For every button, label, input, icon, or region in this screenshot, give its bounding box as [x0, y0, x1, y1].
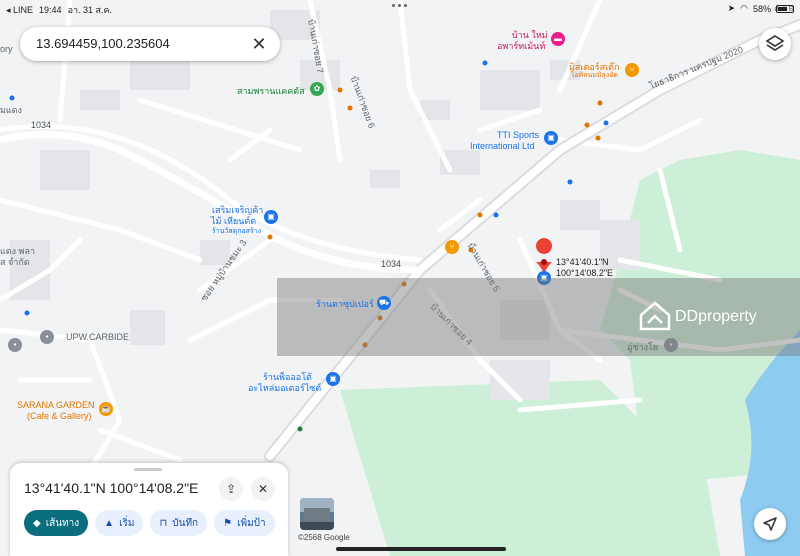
shopping-bag-icon[interactable]: ▣ [544, 131, 558, 145]
share-icon: ⇪ [225, 482, 237, 496]
watermark-brand: DDproperty [675, 308, 757, 325]
road-shield-1034: 1034 [381, 259, 402, 269]
shopping-bag-icon[interactable]: ▣ [264, 210, 278, 224]
battery-percent: 58% [752, 3, 771, 14]
poi-label[interactable]: ory [0, 44, 13, 54]
directions-label: เส้นทาง [45, 517, 80, 529]
location-arrow-icon: ➤ [727, 3, 736, 13]
place-title: 13°41'40.1"N 100°14'08.2"E [24, 480, 199, 496]
poi-label[interactable]: (Cafe & Gallery) [27, 411, 92, 421]
watermark-overlay: DDproperty [277, 278, 800, 356]
street-view-thumbnail[interactable] [300, 498, 334, 530]
hotel-icon[interactable]: ▬ [551, 32, 565, 46]
garden-icon[interactable]: ✿ [310, 82, 324, 96]
poi-label[interactable]: International Ltd [470, 141, 535, 151]
poi-label[interactable]: อพาร์ทเม้นท์ [497, 39, 545, 53]
poi-label[interactable]: TTI Sports [497, 130, 539, 140]
poi-label[interactable]: สามพรานแคคตัส [237, 84, 305, 98]
close-icon: ✕ [257, 482, 269, 496]
shopping-bag-icon[interactable]: ▣ [326, 372, 340, 386]
poi-label[interactable]: ไอศิลนมมิลุงอ๋ด [571, 70, 618, 81]
wifi-icon: ◠ [740, 3, 748, 13]
poi-label[interactable]: มแดง [0, 103, 22, 117]
status-time: 19:44 [39, 5, 62, 15]
poi-label[interactable]: ร้านตาซุปเปอร์ [316, 297, 374, 311]
layers-button[interactable] [759, 28, 791, 60]
place-bottom-sheet[interactable]: 13°41'40.1"N 100°14'08.2"E ⇪ ✕ ◆ เส้นทาง… [10, 463, 288, 556]
search-bar[interactable]: 13.694459,100.235604 ✕ [20, 27, 280, 61]
save-button[interactable]: ⊓ บันทึก [150, 510, 208, 536]
add-label-label: เพิ่มป้า [237, 517, 266, 529]
search-input[interactable]: 13.694459,100.235604 [36, 36, 170, 51]
directions-button[interactable]: ◆ เส้นทาง [24, 510, 89, 536]
save-label: บันทึก [172, 517, 199, 529]
status-bar: ◂ LINE 19:44 อา. 31 ส.ค. ➤ ◠ 58% [0, 0, 800, 16]
street-view-image [300, 498, 334, 530]
restaurant-icon[interactable]: ⑂ [625, 63, 639, 77]
start-button[interactable]: ▲ เริ่ม [95, 510, 144, 536]
action-buttons: ◆ เส้นทาง ▲ เริ่ม ⊓ บันทึก ⚑ เพิ่มป้า [10, 510, 288, 536]
add-label-button[interactable]: ⚑ เพิ่มป้า [214, 510, 275, 536]
my-location-button[interactable] [754, 508, 786, 540]
flag-icon: ⚑ [223, 517, 233, 529]
multitask-dots-icon[interactable] [392, 4, 407, 7]
close-icon[interactable]: ✕ [248, 33, 270, 55]
building-icon[interactable]: ▪ [40, 330, 54, 344]
home-indicator[interactable] [336, 547, 506, 551]
building-icon[interactable]: ▪ [8, 338, 22, 352]
poi-label[interactable]: UPW.CARBIDE [66, 332, 129, 342]
back-to-app-link[interactable]: ◂ LINE [6, 5, 33, 16]
status-date: อา. 31 ส.ค. [67, 5, 113, 15]
ddproperty-logo-icon [639, 301, 671, 331]
navigation-arrow-icon: ▲ [104, 517, 115, 529]
restaurant-icon[interactable]: ⑂ [445, 240, 459, 254]
poi-label[interactable]: อะไหล่มอเตอร์ไซด์ [248, 381, 321, 395]
road-shield-1034: 1034 [31, 120, 52, 130]
share-button[interactable]: ⇪ [219, 477, 243, 501]
battery-icon [776, 4, 794, 13]
shopping-cart-icon[interactable]: ⛟ [377, 296, 391, 310]
poi-label[interactable]: ส จำกัด [0, 255, 30, 269]
map-copyright: ©2568 Google [298, 533, 350, 542]
layers-icon [765, 35, 785, 51]
start-label: เริ่ม [119, 517, 135, 529]
sheet-drag-handle[interactable] [134, 468, 162, 471]
pin-coordinates-label[interactable]: 13°41'40.1"N 100°14'08.2"E [556, 257, 613, 279]
close-sheet-button[interactable]: ✕ [251, 477, 275, 501]
poi-label[interactable]: ร้านวัสดุกอสร้าง [212, 226, 261, 237]
cafe-icon[interactable]: ☕ [99, 402, 113, 416]
pin-latitude: 13°41'40.1"N [556, 257, 609, 267]
poi-label[interactable]: SARANA GARDEN [17, 400, 95, 410]
navigation-arrow-icon [763, 517, 777, 531]
bookmark-icon: ⊓ [159, 517, 168, 529]
directions-icon: ◆ [33, 517, 41, 529]
